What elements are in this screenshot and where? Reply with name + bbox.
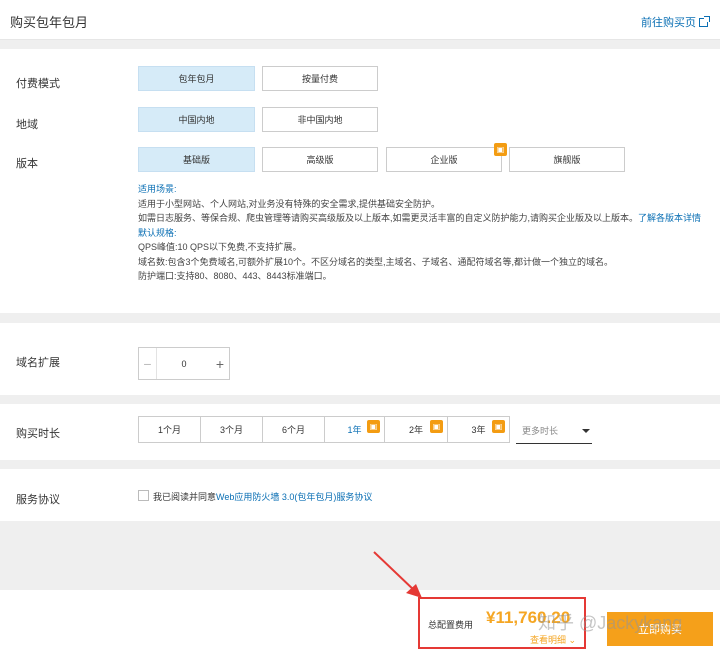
duration-option-1y-label: 1年 — [347, 425, 362, 435]
scene-line-2-text: 如需日志服务、等保合规、爬虫管理等请购买高级版及以上版本,如需更灵活丰富的自定义… — [138, 213, 639, 223]
duration-option-1m[interactable]: 1个月 — [138, 416, 201, 443]
domain-ext-section: 域名扩展 − 0 + — [0, 323, 720, 395]
discount-badge-icon: ▣ — [494, 143, 507, 156]
duration-option-3m[interactable]: 3个月 — [201, 416, 263, 443]
spec-title: 默认规格: — [138, 227, 177, 238]
billing-label: 付费模式 — [16, 78, 60, 90]
duration-option-6m[interactable]: 6个月 — [263, 416, 325, 443]
discount-badge-icon: ▣ — [492, 420, 505, 433]
spec-ports: 防护端口:支持80、8080、443、8443标准端口。 — [138, 271, 332, 281]
scene-title: 适用场景: — [138, 184, 177, 194]
duration-option-3y-label: 3年 — [471, 425, 486, 435]
agreement-link[interactable]: Web应用防火墙 3.0(包年包月)服务协议 — [216, 492, 372, 502]
region-option-mainland[interactable]: 中国内地 — [138, 107, 255, 132]
agreement-prefix: 我已阅读并同意 — [153, 492, 217, 502]
spec-qps: QPS峰值:10 QPS以下免费,不支持扩展。 — [138, 242, 302, 252]
spec-domains: 域名数:包含3个免费域名,可额外扩展10个。不区分域名的类型,主域名、子域名、通… — [138, 256, 614, 267]
annotation-arrow-icon — [373, 551, 422, 598]
domain-ext-value[interactable]: 0 — [157, 359, 211, 369]
region-label: 地域 — [16, 119, 38, 131]
edition-description: 适用场景: 适用于小型网站、个人网站,对业务没有特殊的安全需求,提供基础安全防护… — [138, 182, 708, 284]
edition-option-enterprise-label: 企业版 — [430, 155, 458, 165]
discount-badge-icon: ▣ — [430, 420, 443, 433]
scene-line-1: 适用于小型网站、个人网站,对业务没有特殊的安全需求,提供基础安全防护。 — [138, 198, 441, 209]
scene-line-2: 如需日志服务、等保合规、爬虫管理等请购买高级版及以上版本,如需更灵活丰富的自定义… — [138, 211, 708, 226]
agreement-checkbox[interactable] — [138, 490, 149, 501]
domain-ext-label: 域名扩展 — [16, 357, 60, 369]
config-section: 付费模式 包年包月 按量付费 地域 中国内地 非中国内地 版本 基础版 高级版 … — [0, 49, 720, 313]
agreement-text: 我已阅读并同意Web应用防火墙 3.0(包年包月)服务协议 — [153, 490, 372, 503]
duration-section: 购买时长 1个月 3个月 6个月 1年 ▣ 2年 ▣ 3年 ▣ 更多时长 — [0, 404, 720, 460]
more-duration-label: 更多时长 — [522, 426, 559, 436]
duration-label: 购买时长 — [16, 428, 60, 440]
agreement-section: 服务协议 我已阅读并同意Web应用防火墙 3.0(包年包月)服务协议 — [0, 469, 720, 521]
edition-option-flagship[interactable]: 旗舰版 — [509, 147, 625, 172]
agreement-label: 服务协议 — [16, 494, 60, 506]
edition-option-enterprise[interactable]: 企业版 ▣ — [386, 143, 507, 172]
caret-down-icon — [582, 429, 590, 433]
more-duration-select[interactable]: 更多时长 — [516, 418, 592, 444]
page-header: 购买包年包月 前往购买页 — [0, 0, 720, 40]
billing-option-subscription[interactable]: 包年包月 — [138, 66, 255, 91]
duration-option-2y-label: 2年 — [408, 425, 423, 435]
edition-option-basic[interactable]: 基础版 — [138, 147, 255, 172]
page-title: 购买包年包月 — [10, 15, 89, 30]
decrement-button[interactable]: − — [139, 348, 157, 379]
goto-purchase-link[interactable]: 前往购买页 — [641, 14, 710, 30]
edition-details-link[interactable]: 了解各版本详情 — [638, 213, 701, 223]
edition-option-advanced[interactable]: 高级版 — [262, 147, 378, 172]
goto-purchase-label: 前往购买页 — [641, 17, 696, 29]
duration-option-3y[interactable]: 3年 ▣ — [448, 416, 510, 443]
external-link-icon — [699, 15, 710, 27]
billing-option-payg[interactable]: 按量付费 — [262, 66, 378, 91]
region-option-overseas[interactable]: 非中国内地 — [262, 107, 378, 132]
discount-badge-icon: ▣ — [367, 420, 380, 433]
duration-option-1y[interactable]: 1年 ▣ — [325, 416, 385, 443]
edition-label: 版本 — [16, 158, 38, 170]
watermark: 知乎 @Jackykang — [538, 613, 683, 633]
domain-ext-stepper: − 0 + — [138, 347, 230, 380]
duration-option-2y[interactable]: 2年 ▣ — [385, 416, 448, 443]
increment-button[interactable]: + — [211, 348, 229, 379]
